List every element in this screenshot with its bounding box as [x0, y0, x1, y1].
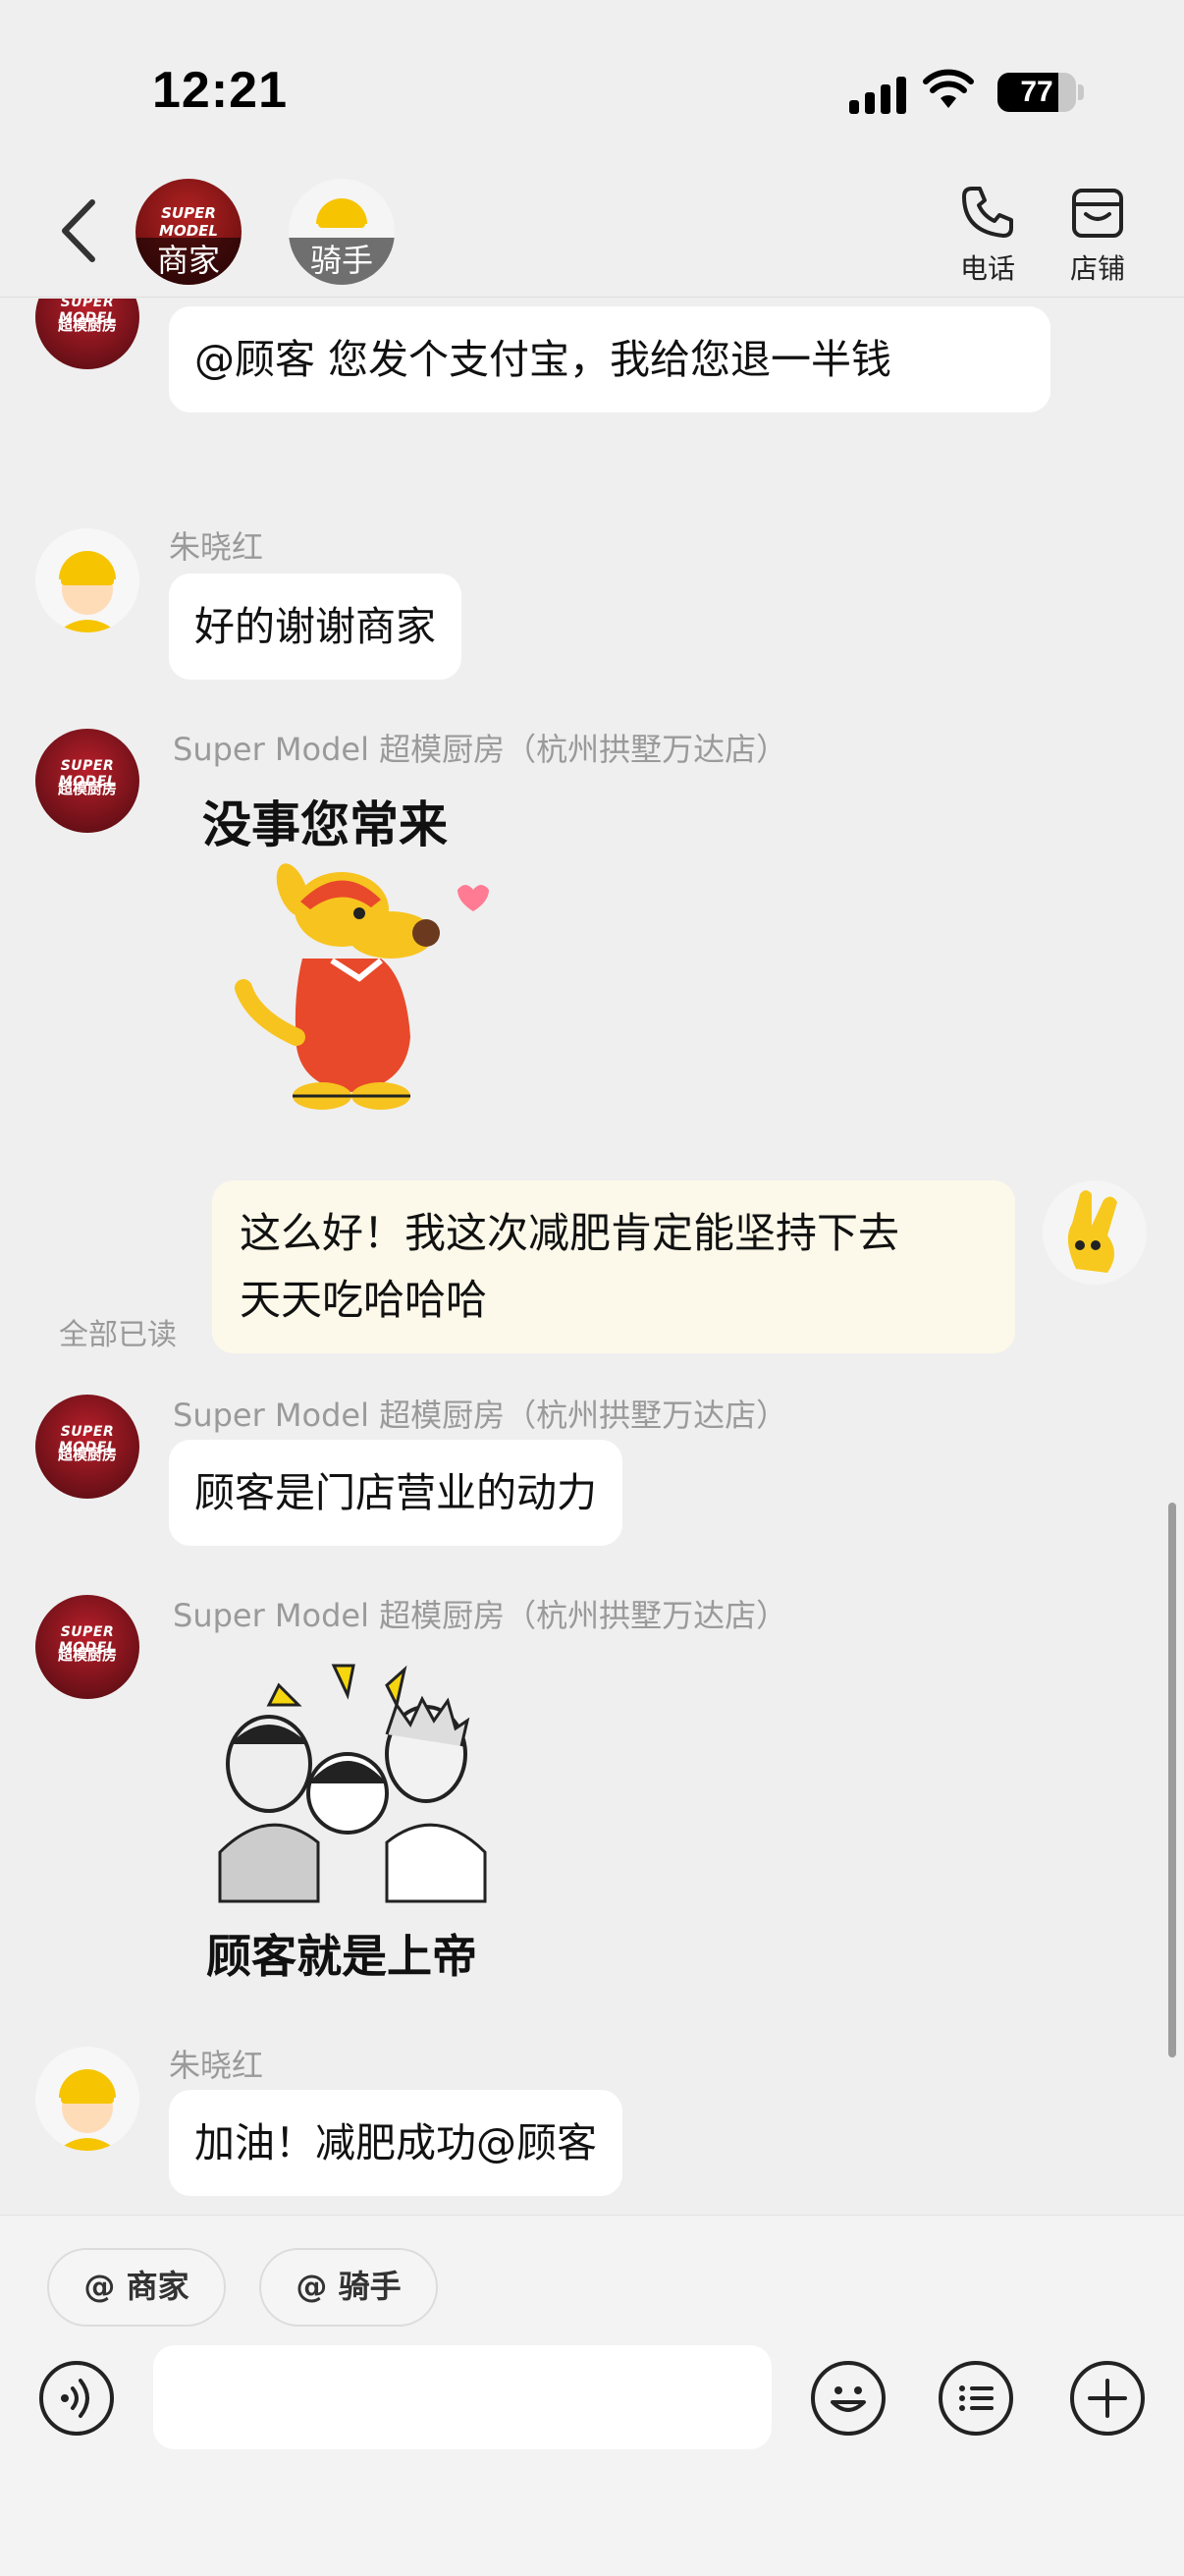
sender-name: 朱晓红 [169, 2047, 264, 2084]
avatar-brand-cn: 超模厨房 [57, 1446, 117, 1463]
rider-avatar-icon [57, 2069, 118, 2151]
hand-avatar-icon [1067, 1190, 1117, 1273]
quick-reply-button[interactable] [939, 2361, 1013, 2436]
merchant-avatar[interactable]: SUPER MODEL 超模厨房 [35, 729, 139, 833]
list-icon [959, 2385, 994, 2411]
rider-helmet-icon [316, 198, 367, 228]
message-bubble[interactable]: @顾客 您发个支付宝，我给您退一半钱 [169, 306, 1050, 412]
merchant-tab-label: 商家 [135, 238, 242, 285]
rider-tab-label: 骑手 [289, 238, 395, 285]
avatar-brand-cn: 超模厨房 [57, 1646, 117, 1664]
store-button[interactable]: 店铺 [1058, 183, 1137, 287]
sender-name: 朱晓红 [169, 528, 264, 566]
kangaroo-sticker[interactable] [234, 850, 489, 1122]
merchant-tab[interactable]: SUPER MODEL 商家 [135, 179, 242, 285]
back-icon[interactable] [55, 196, 104, 265]
meme-faces-sticker[interactable] [200, 1656, 495, 1921]
cellular-signal-icon [849, 77, 906, 114]
rider-avatar-icon [57, 551, 118, 632]
store-icon [1072, 189, 1123, 238]
phone-button[interactable]: 电话 [948, 183, 1027, 287]
avatar-brand-cn: 超模厨房 [57, 316, 117, 334]
plus-icon [1088, 2379, 1127, 2418]
sticker-caption: 顾客就是上帝 [206, 1930, 477, 1983]
emoji-button[interactable] [811, 2361, 886, 2436]
sender-name: Super Model 超模厨房（杭州拱墅万达店） [173, 731, 788, 768]
add-button[interactable] [1070, 2361, 1145, 2436]
rider-avatar[interactable] [35, 2047, 139, 2151]
message-bubble[interactable]: 加油！减肥成功@顾客 [169, 2090, 622, 2196]
sender-name: Super Model 超模厨房（杭州拱墅万达店） [173, 1597, 788, 1634]
my-message-line: 这么好！我这次减肥肯定能坚持下去 [240, 1209, 900, 1257]
merchant-avatar[interactable]: SUPER MODEL 超模厨房 [35, 1395, 139, 1499]
battery-level: 77 [1020, 76, 1053, 108]
message-input[interactable] [153, 2345, 772, 2449]
voice-icon [61, 2379, 89, 2418]
store-label: 店铺 [1069, 252, 1125, 285]
battery-icon: 77 [997, 73, 1076, 112]
emoji-icon [831, 2386, 866, 2412]
merchant-avatar[interactable]: SUPER MODEL 超模厨房 [35, 1595, 139, 1699]
scrollbar[interactable] [1168, 1503, 1176, 2057]
sender-name: Super Model 超模厨房（杭州拱墅万达店） [173, 1397, 788, 1434]
rider-avatar[interactable] [35, 528, 139, 632]
status-time: 12:21 [152, 62, 288, 119]
voice-button[interactable] [39, 2361, 114, 2436]
sticker-caption: 没事您常来 [202, 796, 448, 853]
avatar-brand-cn: 超模厨房 [57, 780, 117, 797]
phone-icon [962, 187, 1013, 238]
rider-tab[interactable]: 骑手 [289, 179, 395, 285]
my-avatar[interactable] [1043, 1180, 1147, 1285]
my-message-line: 天天吃哈哈哈 [240, 1276, 488, 1324]
wifi-icon [923, 69, 974, 108]
read-status: 全部已读 [59, 1318, 177, 1352]
my-message-bubble[interactable]: 这么好！我这次减肥肯定能坚持下去 天天吃哈哈哈 [212, 1180, 1015, 1353]
battery-tip [1078, 84, 1084, 100]
message-bubble[interactable]: 顾客是门店营业的动力 [169, 1440, 622, 1546]
message-bubble[interactable]: 好的谢谢商家 [169, 574, 461, 680]
mention-merchant-button[interactable]: @ 商家 [47, 2248, 226, 2327]
mention-rider-button[interactable]: @ 骑手 [259, 2248, 438, 2327]
phone-label: 电话 [959, 252, 1015, 285]
merchant-logo: SUPER MODEL [159, 204, 218, 240]
